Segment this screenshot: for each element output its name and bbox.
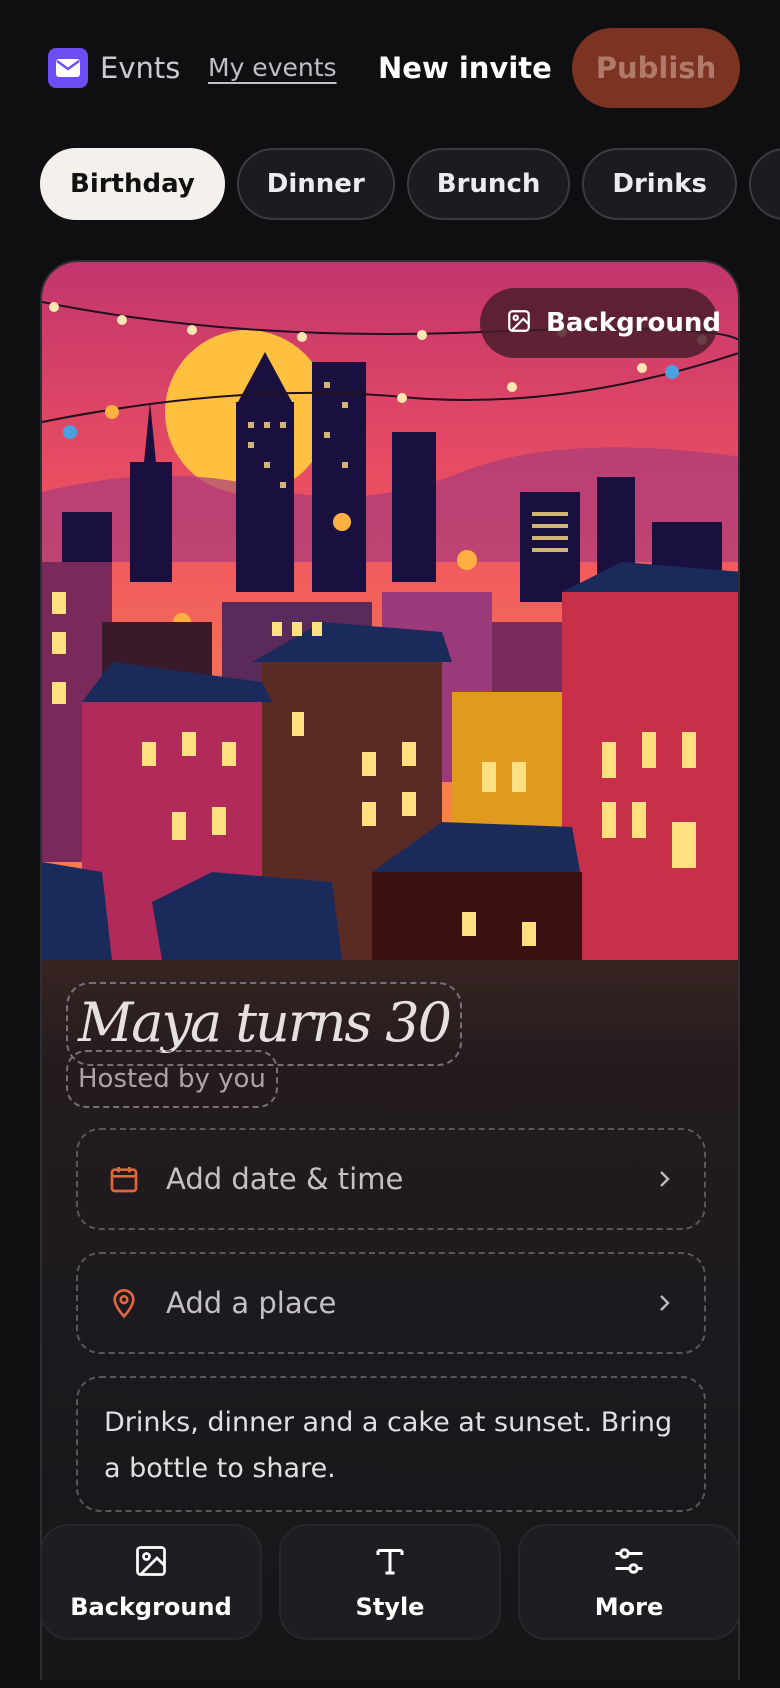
chevron-right-icon	[652, 1167, 676, 1191]
category-chips: BirthdayDinnerBrunchDrinks Outdoors	[40, 148, 780, 220]
my-events-link[interactable]: My events	[208, 52, 337, 84]
bottom-toolbar: Background Style More	[40, 1524, 740, 1640]
mail-icon[interactable]	[48, 48, 88, 88]
image-icon	[506, 308, 532, 338]
change-background-button[interactable]: Background	[480, 288, 721, 358]
page-title: New invite	[378, 51, 552, 85]
background-image[interactable]	[42, 262, 738, 960]
place-label: Add a place	[166, 1286, 337, 1320]
toolbar-style-label: Style	[355, 1593, 425, 1621]
toolbar-background-label: Background	[70, 1593, 232, 1621]
app-name: Evnts	[100, 51, 181, 85]
calendar-icon	[106, 1161, 142, 1197]
toolbar-style-button[interactable]: Style	[279, 1524, 501, 1640]
host-field[interactable]: Hosted by you	[66, 1050, 278, 1108]
chevron-right-icon	[652, 1291, 676, 1315]
toolbar-more-label: More	[594, 1593, 664, 1621]
date-time-label: Add date & time	[166, 1162, 404, 1196]
chip-dinner[interactable]: Dinner	[236, 148, 395, 220]
toolbar-background-button[interactable]: Background	[40, 1524, 262, 1640]
chip-brunch[interactable]: Brunch	[406, 148, 571, 220]
image-icon	[133, 1543, 169, 1583]
top-bar: Evnts My events New invite Publish	[0, 0, 780, 136]
background-button-label: Background	[546, 308, 721, 338]
chip-outdoors[interactable]: Outdoors	[748, 148, 780, 220]
sliders-icon	[611, 1543, 647, 1583]
text-style-icon	[372, 1543, 408, 1583]
host-text: Hosted by you	[78, 1064, 266, 1094]
chip-drinks[interactable]: Drinks	[582, 148, 737, 220]
date-time-field[interactable]: Add date & time	[76, 1128, 706, 1230]
location-pin-icon	[106, 1285, 142, 1321]
chip-birthday[interactable]: Birthday	[40, 148, 225, 220]
invite-card: Background Maya turns 30 Hosted by you A…	[40, 260, 740, 1680]
toolbar-more-button[interactable]: More	[518, 1524, 740, 1640]
publish-button[interactable]: Publish	[572, 28, 740, 108]
description-field[interactable]: Drinks, dinner and a cake at sunset. Bri…	[76, 1376, 706, 1512]
place-field[interactable]: Add a place	[76, 1252, 706, 1354]
